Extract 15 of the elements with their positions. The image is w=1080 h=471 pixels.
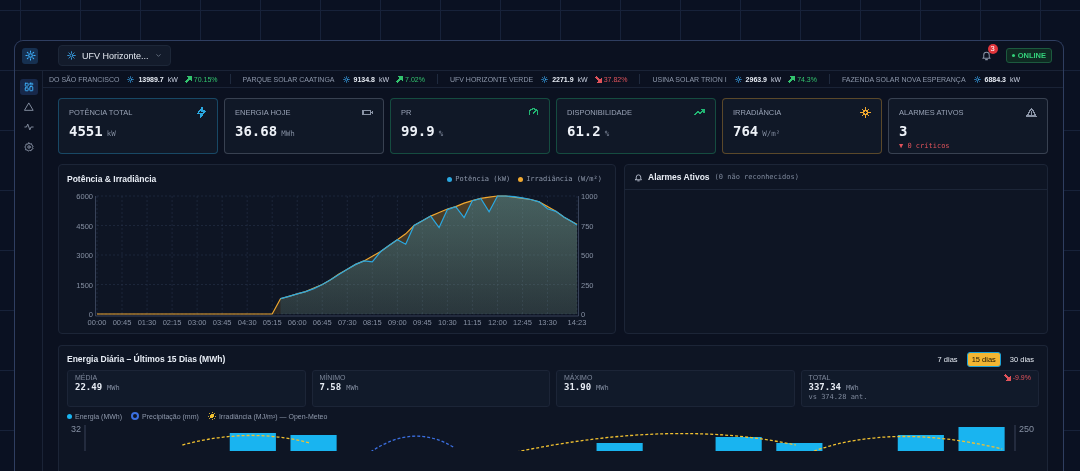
kpi-value: 36.68 [235, 123, 278, 139]
stat-value: 22.49 [75, 382, 103, 392]
y-tick-label: 32 [71, 424, 81, 434]
kpi-value: 99.9 [401, 123, 435, 139]
stat-value: 337.34 [808, 382, 841, 392]
kpi-value: 3 [899, 123, 908, 139]
panel-title: Energia Diária – Últimos 15 Dias (MWh) [67, 354, 226, 364]
stat-value: 7.58 [319, 382, 342, 392]
kpi-value: 61.2 [567, 123, 601, 139]
kpi-value: 764 [733, 123, 759, 139]
stat-value: 31.90 [564, 382, 592, 392]
panel-title: Potência & Irradiância [67, 174, 157, 184]
panel-title: Alarmes Ativos [648, 172, 710, 182]
y-tick-label: 250 [1019, 424, 1035, 434]
kpi-value: 4551 [69, 123, 103, 139]
